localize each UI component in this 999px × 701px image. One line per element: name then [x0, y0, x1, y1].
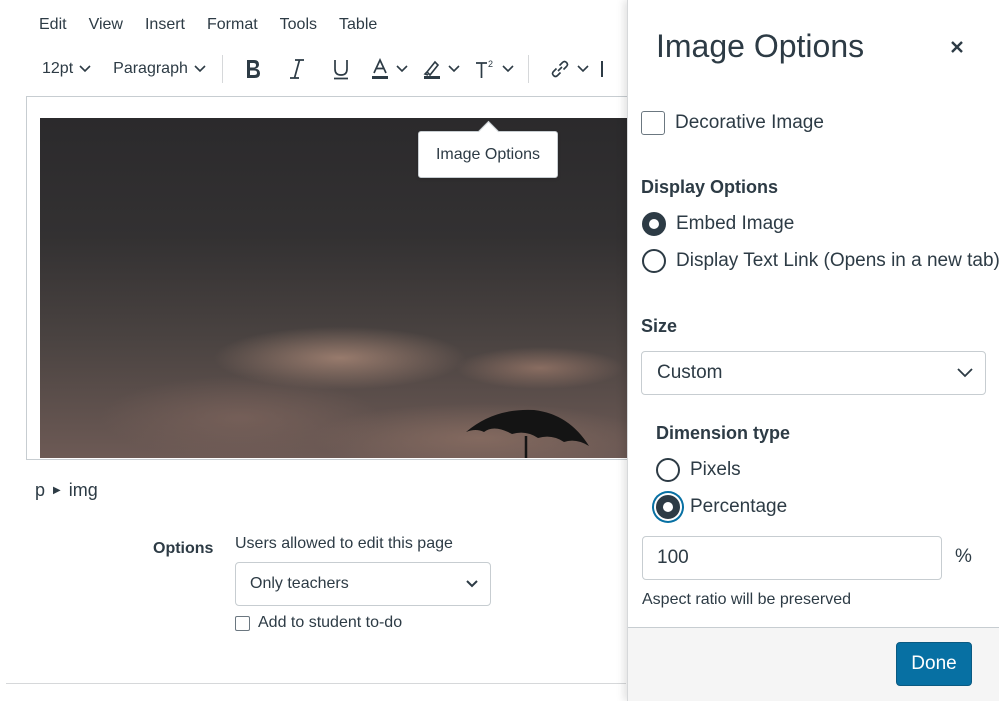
pixels-label: Pixels [690, 459, 741, 480]
block-format-value: Paragraph [113, 60, 188, 77]
text-color-icon [371, 58, 388, 79]
link-icon [551, 60, 569, 78]
decorative-image-checkbox-row[interactable]: Decorative Image [641, 111, 824, 135]
chevron-down-icon [194, 65, 206, 73]
chevron-down-icon [502, 65, 514, 73]
toolbar-overflow-edge [600, 61, 603, 77]
size-select[interactable]: Custom [641, 351, 986, 395]
display-text-link-radio[interactable] [642, 249, 666, 273]
element-path: p ▶ img [35, 480, 98, 501]
display-text-link-radio-row[interactable]: Display Text Link (Opens in a new tab) [642, 249, 999, 273]
font-size-dropdown[interactable]: 12pt [42, 60, 91, 78]
embed-image-radio-row[interactable]: Embed Image [642, 212, 794, 236]
menu-view[interactable]: View [78, 12, 134, 38]
path-child[interactable]: img [69, 480, 98, 501]
path-parent[interactable]: p [35, 480, 45, 501]
bold-icon [246, 60, 260, 78]
percentage-label: Percentage [690, 496, 788, 517]
italic-icon [289, 59, 304, 79]
chevron-down-icon [396, 65, 408, 73]
size-value: Custom [657, 362, 723, 383]
underline-button[interactable] [324, 52, 358, 86]
menu-format[interactable]: Format [196, 12, 269, 38]
editor-toolbar: 12pt Paragraph 2 [30, 50, 603, 88]
menu-edit[interactable]: Edit [28, 12, 78, 38]
pixels-radio-row[interactable]: Pixels [656, 458, 741, 482]
edit-permission-value: Only teachers [250, 575, 349, 592]
svg-text:2: 2 [488, 59, 493, 69]
image-options-tray: Image Options Decorative Image Display O… [627, 0, 999, 701]
close-button[interactable] [946, 36, 968, 58]
embed-image-label: Embed Image [676, 213, 795, 234]
menu-table[interactable]: Table [328, 12, 388, 38]
caret-right-icon: ▶ [53, 485, 61, 496]
tray-title: Image Options [656, 28, 865, 64]
chevron-down-icon [957, 368, 973, 378]
close-icon [951, 41, 963, 53]
menu-bar: Edit View Insert Format Tools Table [28, 12, 388, 38]
umbrella-silhouette [466, 409, 589, 458]
link-button[interactable] [549, 58, 589, 80]
percentage-radio[interactable] [656, 495, 680, 519]
student-todo-checkbox-row[interactable]: Add to student to-do [235, 614, 402, 632]
decorative-image-label: Decorative Image [675, 112, 824, 133]
toolbar-divider [221, 55, 223, 83]
display-options-heading: Display Options [641, 177, 779, 197]
menu-insert[interactable]: Insert [134, 12, 196, 38]
underline-icon [333, 60, 348, 80]
embed-image-radio[interactable] [642, 212, 666, 236]
bold-button[interactable] [236, 52, 270, 86]
chevron-down-icon [79, 65, 91, 73]
toolbar-divider [527, 55, 529, 83]
superscript-button[interactable]: 2 [474, 58, 514, 80]
percentage-radio-row[interactable]: Percentage [656, 495, 787, 519]
options-label: Options [153, 540, 214, 557]
display-text-link-label: Display Text Link (Opens in a new tab) [676, 250, 999, 271]
student-todo-checkbox[interactable] [235, 615, 250, 631]
edit-permission-select[interactable]: Only teachers [235, 562, 491, 606]
tray-footer: Done [628, 627, 999, 701]
pixels-radio[interactable] [656, 458, 680, 482]
dimension-type-heading: Dimension type [656, 423, 791, 443]
text-color-button[interactable] [370, 58, 408, 80]
tooltip-text: Image Options [435, 145, 541, 163]
decorative-image-checkbox[interactable] [641, 111, 665, 135]
highlight-color-button[interactable] [422, 58, 460, 80]
percentage-unit: % [955, 546, 972, 567]
highlight-color-icon [423, 60, 440, 79]
edit-permission-label: Users allowed to edit this page [235, 535, 453, 552]
done-button[interactable]: Done [896, 642, 972, 686]
chevron-down-icon [466, 580, 478, 588]
block-format-dropdown[interactable]: Paragraph [113, 60, 206, 78]
menu-tools[interactable]: Tools [269, 12, 328, 38]
font-size-value: 12pt [42, 60, 74, 77]
chevron-down-icon [448, 65, 460, 73]
student-todo-label: Add to student to-do [258, 614, 403, 631]
percentage-input[interactable]: 100 [642, 536, 942, 580]
percentage-value: 100 [657, 547, 689, 568]
superscript-icon: 2 [475, 59, 493, 78]
page-divider [6, 683, 626, 684]
image-options-tooltip: Image Options [418, 131, 558, 178]
aspect-ratio-note: Aspect ratio will be preserved [642, 591, 851, 608]
size-heading: Size [641, 316, 678, 336]
chevron-down-icon [577, 65, 589, 73]
italic-button[interactable] [280, 52, 314, 86]
